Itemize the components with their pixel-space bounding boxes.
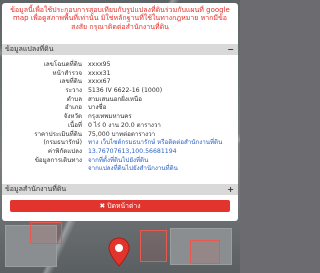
parcel-section-title: ข้อมูลแปลงที่ดิน <box>5 45 54 53</box>
detail-label: จังหวัด <box>63 113 82 121</box>
detail-row: อำเภอ บางซื่อ <box>2 104 238 113</box>
detail-value: xxxx31 <box>88 69 111 77</box>
parcel-section-header[interactable]: ข้อมูลแปลงที่ดิน − <box>2 44 238 55</box>
detail-label: เลขที่ดิน <box>59 78 82 86</box>
detail-value: 5136 IV 6622-16 (1000) <box>88 87 163 95</box>
detail-label: ตำบล <box>66 95 82 103</box>
detail-row: เลขที่ดิน xxxx67 <box>2 78 238 87</box>
detail-label: เนื้อที่ <box>67 121 82 129</box>
detail-value: xxxx67 <box>88 78 111 86</box>
disclaimer-notice: ข้อมูลนี้เพื่อใช้ประกอบการสอบเทียบกับรูป… <box>10 6 230 31</box>
detail-row: ค่าพิกัดแปลง 13.76707613,100.56681194 <box>2 148 238 157</box>
parcel-details: เลขโฉนดที่ดิน xxxx95 หน้าสำรวจ xxxx31 เลขที่… <box>2 61 238 174</box>
detail-value: 75,000 บาทต่อตารางวา <box>88 130 156 138</box>
detail-label: ข้อมูลการเดินทาง <box>34 156 82 164</box>
office-section-header[interactable]: ข้อมูลสำนักงานที่ดิน + <box>2 184 238 195</box>
detail-row: ข้อมูลการเดินทาง จากที่ตั้งที่ดินไปยังที่… <box>2 157 238 166</box>
detail-row: จังหวัด กรุงเทพมหานคร <box>2 113 238 122</box>
detail-value: xxxx95 <box>88 61 111 68</box>
detail-row: จากแปลงที่ดินไปยังสำนักงานที่ดิน <box>2 165 238 174</box>
detail-row: เลขโฉนดที่ดิน xxxx95 <box>2 61 238 70</box>
detail-row: ระวาง 5136 IV 6622-16 (1000) <box>2 87 238 96</box>
detail-value: บางซื่อ <box>88 104 107 112</box>
parcel-info-modal: ข้อมูลนี้เพื่อใช้ประกอบการสอบเทียบกับรูป… <box>2 3 238 221</box>
office-section-title: ข้อมูลสำนักงานที่ดิน <box>5 185 67 193</box>
detail-row: ราคาประเมินที่ดิน 75,000 บาทต่อตารางวา <box>2 131 238 140</box>
collapse-icon[interactable]: − <box>227 44 234 55</box>
detail-label: เลขโฉนดที่ดิน <box>43 61 82 68</box>
detail-row: ตำบล สามเสนนอกฝั่งเหนือ <box>2 96 238 105</box>
detail-link[interactable]: จากแปลงที่ดินไปยังสำนักงานที่ดิน <box>88 165 178 174</box>
detail-row: (กรมธนารักษ์) ทาง เว็บไซต์กรมธนารักษ์ หรื… <box>2 139 238 148</box>
location-pin-icon[interactable] <box>108 237 130 267</box>
detail-link[interactable]: 13.76707613,100.56681194 <box>88 148 177 157</box>
detail-label: ระวาง <box>65 87 82 95</box>
detail-label: อำเภอ <box>64 104 82 112</box>
detail-link[interactable]: ทาง เว็บไซต์กรมธนารักษ์ หรือติดต่อสำนักง… <box>88 139 222 148</box>
detail-label: ราคาประเมินที่ดิน <box>34 130 82 138</box>
detail-value: กรุงเทพมหานคร <box>88 113 132 121</box>
detail-link[interactable]: จากที่ตั้งที่ดินไปยังที่ดิน <box>88 157 148 166</box>
detail-label: (กรมธนารักษ์) <box>43 139 82 147</box>
detail-label: ค่าพิกัดแปลง <box>47 147 82 155</box>
close-window-button[interactable]: ✖ ปิดหน้าต่าง <box>10 200 230 212</box>
detail-row: หน้าสำรวจ xxxx31 <box>2 70 238 79</box>
expand-icon[interactable]: + <box>227 184 234 195</box>
detail-row: เนื้อที่ 0 ไร่ 0 งาน 20.0 ตารางวา <box>2 122 238 131</box>
detail-value: 0 ไร่ 0 งาน 20.0 ตารางวา <box>88 121 161 129</box>
